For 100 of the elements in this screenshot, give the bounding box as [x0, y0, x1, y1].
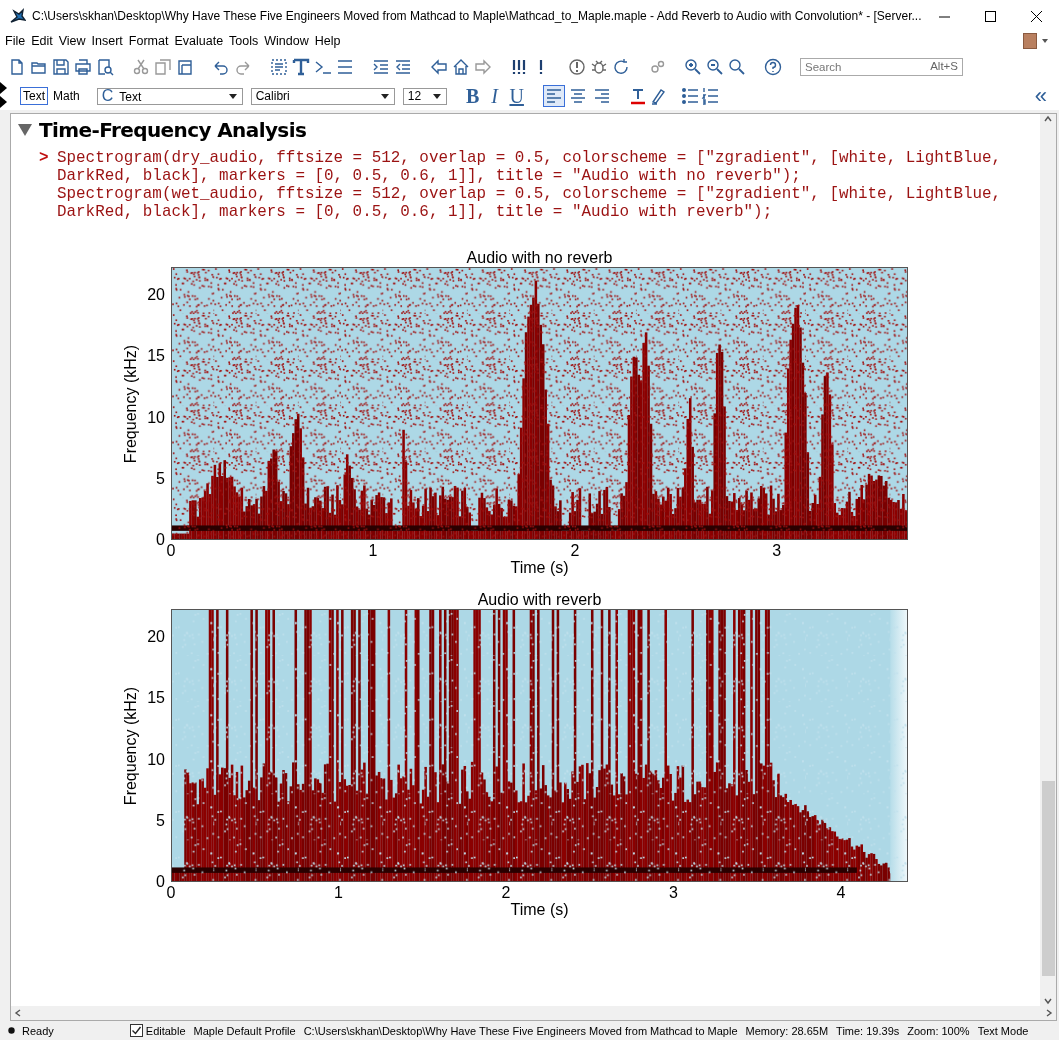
- mode-text: Text Mode: [977, 1024, 1029, 1037]
- time-text: Time: 19.39s: [836, 1024, 900, 1037]
- tick-label: 20: [147, 286, 165, 305]
- bug-icon[interactable]: [590, 58, 608, 76]
- tick-label: 0: [156, 873, 165, 891]
- zoom-in-icon[interactable]: [684, 58, 702, 76]
- scroll-right-icon[interactable]: [1044, 1008, 1054, 1018]
- tick-label: 10: [147, 750, 165, 769]
- plot-title: Audio with no reverb: [466, 249, 613, 266]
- tick-label: 10: [147, 408, 165, 427]
- axis-label: Time (s): [510, 559, 569, 576]
- stop-icon[interactable]: [568, 58, 586, 76]
- triple-exclamation-icon[interactable]: [510, 58, 528, 76]
- scissors-icon[interactable]: [132, 58, 150, 76]
- window-title: C:\Users\skhan\Desktop\Why Have These Five Engineers Moved from Mathcad to Maple\Mathcad_to_Maple.maple - Add Reverb to Audio with Convolution* - [Server...: [32, 9, 922, 23]
- scroll-down-icon[interactable]: [1043, 996, 1053, 1006]
- memory-text: Memory: 28.65M: [745, 1024, 829, 1037]
- arrow-right-icon[interactable]: [474, 58, 492, 76]
- tick-label: 4: [836, 884, 846, 902]
- caret-icon[interactable]: [379, 92, 390, 100]
- magnifier-icon[interactable]: [728, 58, 746, 76]
- font-dropdown[interactable]: Calibri: [250, 87, 395, 105]
- help-icon[interactable]: [764, 58, 782, 76]
- refresh-icon[interactable]: [612, 58, 630, 76]
- tick-label: 0: [156, 531, 165, 549]
- indent-icon[interactable]: [372, 58, 390, 76]
- zoom-out-icon[interactable]: [706, 58, 724, 76]
- tick-label: 15: [147, 347, 165, 366]
- align-icon: [568, 87, 587, 105]
- checkbox[interactable]: [129, 1024, 143, 1037]
- lines-icon[interactable]: [336, 58, 354, 76]
- menu-item[interactable]: File: [2, 34, 29, 48]
- align-left-button[interactable]: [542, 85, 565, 107]
- path-text: C:\Users\skhan\Desktop\Why Have These Five Engineers Moved from Mathcad to Maple: [303, 1024, 738, 1037]
- tick-label: 1: [368, 542, 378, 560]
- code-line: DarkRed, black], markers = [0, 0.5, 0.6, 1]], title = "Audio with reverb");: [57, 203, 774, 221]
- marker-icon: [0, 96, 7, 108]
- tick-label: 1: [334, 884, 343, 902]
- plot-title: Audio with reverb: [477, 591, 602, 608]
- home-icon[interactable]: [452, 58, 470, 76]
- status-text: Ready: [22, 1024, 54, 1037]
- scroll-up-icon[interactable]: [1043, 114, 1053, 124]
- code-line: Spectrogram(dry_audio, fftsize = 512, overlap = 0.5, colorscheme = ["zgradient", [white, LightBlue,: [57, 149, 1002, 167]
- numbered-list-icon[interactable]: [700, 87, 719, 105]
- tick-label: 15: [147, 689, 165, 708]
- menu-item[interactable]: Help: [311, 34, 344, 48]
- menu-item[interactable]: Insert: [88, 34, 126, 48]
- print-preview-icon[interactable]: [96, 58, 114, 76]
- underline-button[interactable]: U: [506, 86, 527, 106]
- menu-item[interactable]: Format: [125, 34, 172, 48]
- menu-item[interactable]: Evaluate: [171, 34, 227, 48]
- paste-icon[interactable]: [176, 58, 194, 76]
- text-color-icon[interactable]: [628, 87, 647, 105]
- collapse-button[interactable]: «: [1034, 86, 1047, 106]
- arrow-left-icon[interactable]: [430, 58, 448, 76]
- outdent-icon[interactable]: [394, 58, 412, 76]
- tick-label: 2: [501, 884, 511, 902]
- tick-label: 5: [156, 811, 165, 830]
- collapse-triangle-icon[interactable]: [17, 122, 33, 138]
- tick-label: 0: [166, 542, 176, 560]
- tick-label: 3: [772, 542, 782, 560]
- caret-icon[interactable]: [227, 92, 238, 100]
- printer-icon[interactable]: [74, 58, 92, 76]
- dashed-box-icon[interactable]: [270, 58, 288, 76]
- status-dot-icon: [8, 1027, 15, 1034]
- marker-icon: [0, 82, 7, 94]
- horizontal-scrollbar[interactable]: [11, 1006, 1056, 1020]
- caret-icon[interactable]: [1041, 37, 1049, 45]
- menu-item[interactable]: Edit: [28, 34, 56, 48]
- align-icon: [592, 87, 611, 105]
- bold-button[interactable]: B: [462, 86, 483, 106]
- style-dropdown[interactable]: C Text: [96, 87, 243, 105]
- code-line: DarkRed, black], markers = [0, 0.5, 0.6, 1]], title = "Audio with no reverb");: [57, 167, 802, 185]
- tick-label: 3: [669, 884, 678, 902]
- tick-label: 5: [156, 469, 165, 488]
- mode-tab[interactable]: Math: [50, 87, 83, 105]
- scroll-left-icon[interactable]: [13, 1008, 23, 1018]
- prompt-marker: >: [39, 149, 50, 169]
- bullet-list-icon[interactable]: [680, 87, 699, 105]
- tick-label: 2: [570, 542, 580, 560]
- axis-label: Frequency (kHz): [122, 686, 140, 805]
- zoom-text: Zoom: 100%: [907, 1024, 970, 1037]
- shortcut-hint: Alt+S: [930, 60, 958, 72]
- menu-item[interactable]: Window: [261, 34, 312, 48]
- caret-icon[interactable]: [431, 92, 442, 100]
- axis-label: Time (s): [510, 901, 569, 918]
- vertical-scrollbar[interactable]: [1040, 114, 1056, 1006]
- tick-label: 0: [166, 884, 176, 902]
- italic-button[interactable]: I: [484, 86, 505, 106]
- checkbox-label: Editable: [145, 1024, 186, 1037]
- code-line: Spectrogram(wet_audio, fftsize = 512, overlap = 0.5, colorscheme = ["zgradient", [white, LightBlue,: [57, 185, 1002, 203]
- font-size-dropdown[interactable]: 12: [402, 87, 447, 105]
- tick-label: 20: [147, 628, 165, 647]
- menu-item[interactable]: Tools: [226, 34, 262, 48]
- mode-tab[interactable]: Text: [20, 87, 48, 105]
- scroll-thumb[interactable]: [1041, 781, 1055, 976]
- align-icon: [544, 87, 563, 105]
- text-t-icon[interactable]: [292, 58, 310, 76]
- menu-item[interactable]: View: [55, 34, 89, 48]
- document-icon[interactable]: [8, 58, 26, 76]
